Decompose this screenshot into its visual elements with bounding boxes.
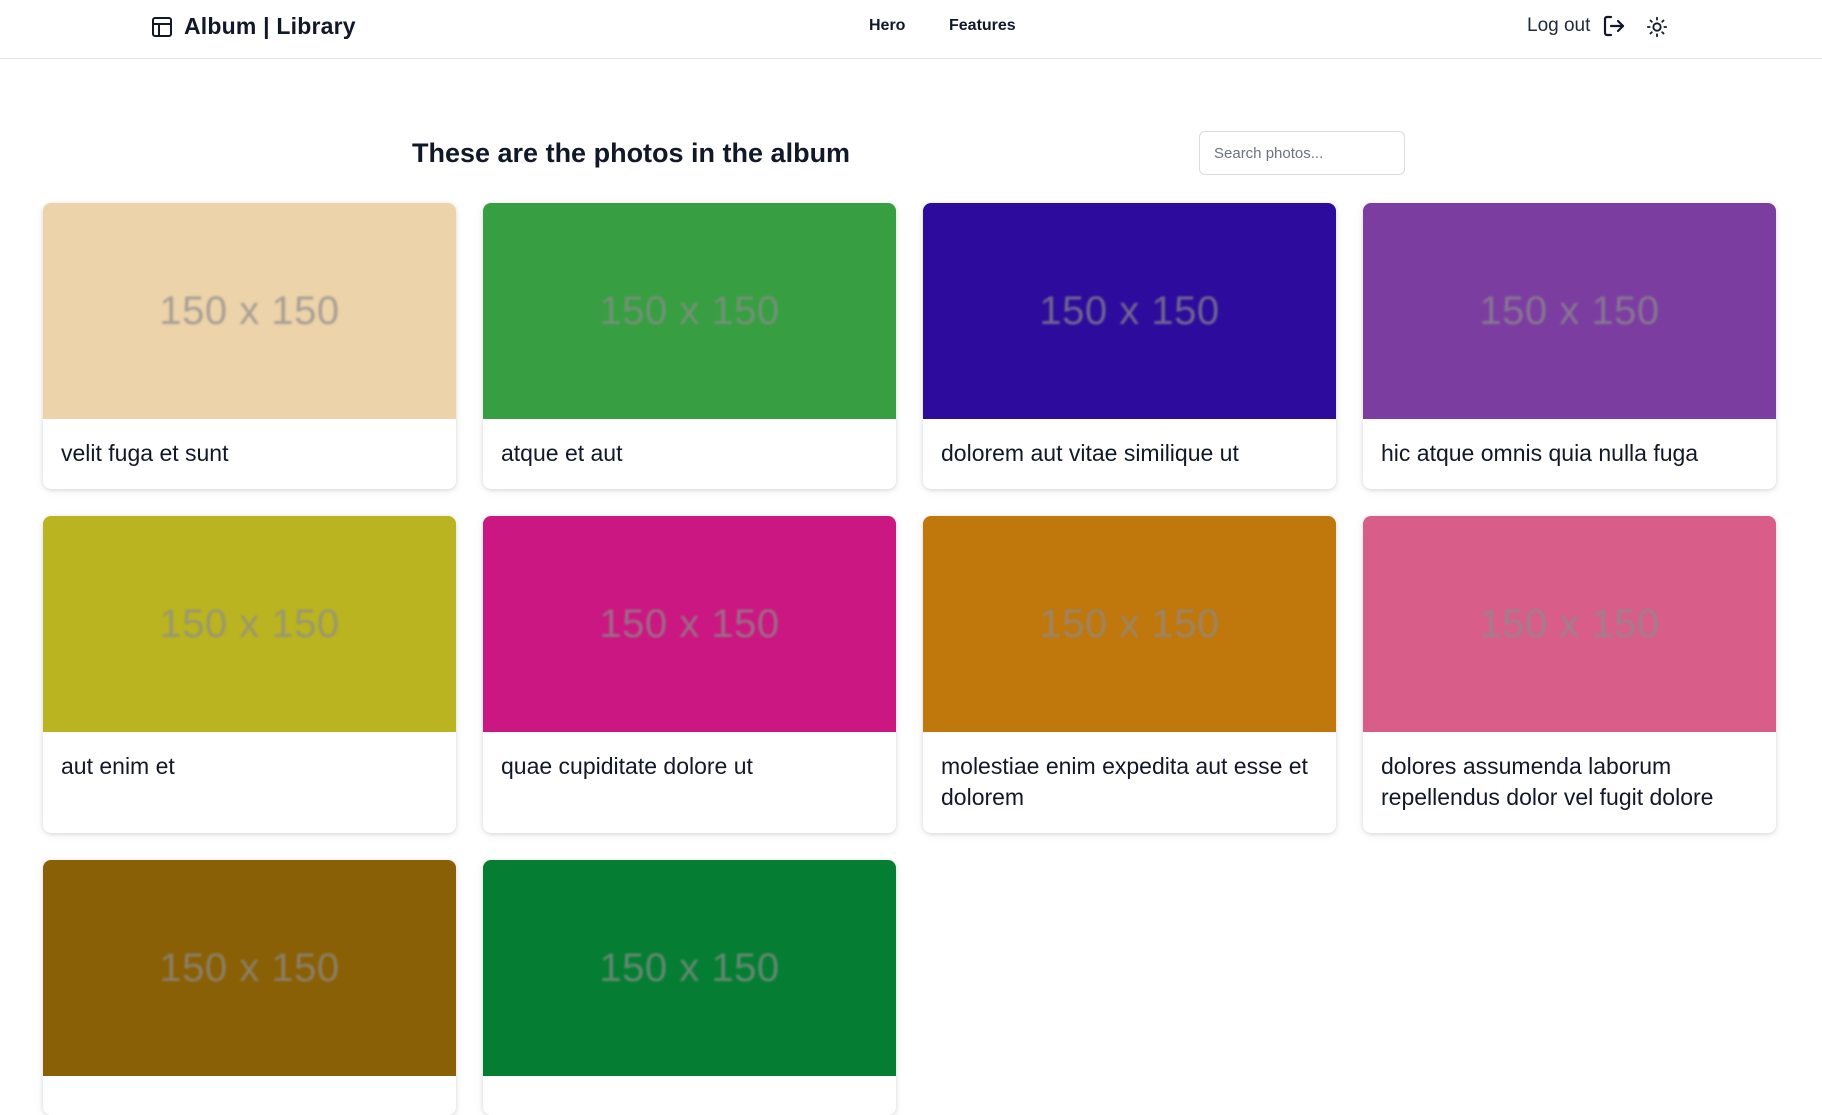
placeholder-label: 150 x 150 xyxy=(159,288,340,333)
photo-card[interactable]: 150 x 150 atque et aut xyxy=(483,203,896,489)
brand-title: Album | Library xyxy=(184,13,356,39)
photo-thumbnail: 150 x 150 xyxy=(1363,516,1776,732)
placeholder-label: 150 x 150 xyxy=(1479,601,1660,646)
photo-card[interactable]: 150 x 150 dolorem aut vitae similique ut xyxy=(923,203,1336,489)
placeholder-label: 150 x 150 xyxy=(159,601,340,646)
nav-link-features[interactable]: Features xyxy=(949,17,1016,35)
photo-thumbnail: 150 x 150 xyxy=(923,516,1336,732)
photo-card[interactable]: 150 x 150 quae cupiditate dolore ut xyxy=(483,516,896,833)
photo-thumbnail: 150 x 150 xyxy=(483,860,896,1076)
placeholder-label: 150 x 150 xyxy=(599,288,780,333)
photo-title xyxy=(483,1076,896,1115)
placeholder-label: 150 x 150 xyxy=(1479,288,1660,333)
photo-card[interactable]: 150 x 150 dolores assumenda laborum repe… xyxy=(1363,516,1776,833)
photo-title xyxy=(43,1076,456,1115)
logout-label: Log out xyxy=(1527,15,1591,36)
logout-button[interactable]: Log out xyxy=(1527,14,1626,38)
photo-card[interactable]: 150 x 150 xyxy=(483,860,896,1115)
photo-card[interactable]: 150 x 150 velit fuga et sunt xyxy=(43,203,456,489)
brand[interactable]: Album | Library xyxy=(150,13,356,40)
nav-link-hero[interactable]: Hero xyxy=(869,17,905,35)
photo-thumbnail: 150 x 150 xyxy=(483,203,896,419)
logout-icon xyxy=(1604,15,1625,37)
photo-card[interactable]: 150 x 150 xyxy=(43,860,456,1115)
photo-thumbnail: 150 x 150 xyxy=(43,516,456,732)
photo-title: quae cupiditate dolore ut xyxy=(501,753,753,779)
photo-thumbnail: 150 x 150 xyxy=(43,203,456,419)
placeholder-label: 150 x 150 xyxy=(599,601,780,646)
page-title: These are the photos in the album xyxy=(412,138,851,168)
photo-thumbnail: 150 x 150 xyxy=(923,203,1336,419)
photo-card[interactable]: 150 x 150 aut enim et xyxy=(43,516,456,833)
photo-thumbnail: 150 x 150 xyxy=(1363,203,1776,419)
sun-icon[interactable] xyxy=(1646,16,1668,38)
photo-title: dolores assumenda laborum repellendus do… xyxy=(1381,753,1714,810)
placeholder-label: 150 x 150 xyxy=(1039,288,1220,333)
photo-title: hic atque omnis quia nulla fuga xyxy=(1381,440,1699,466)
photo-card[interactable]: 150 x 150 hic atque omnis quia nulla fug… xyxy=(1363,203,1776,489)
placeholder-label: 150 x 150 xyxy=(599,945,780,990)
search-input[interactable] xyxy=(1199,131,1405,175)
photo-title: velit fuga et sunt xyxy=(61,440,229,466)
photo-thumbnail: 150 x 150 xyxy=(43,860,456,1076)
layout-icon xyxy=(152,16,172,37)
navbar: Album | Library Hero Features Log out xyxy=(0,0,1822,59)
photo-title: molestiae enim expedita aut esse et dolo… xyxy=(941,753,1308,810)
photo-title: dolorem aut vitae similique ut xyxy=(941,440,1239,466)
placeholder-label: 150 x 150 xyxy=(159,945,340,990)
photo-card[interactable]: 150 x 150 molestiae enim expedita aut es… xyxy=(923,516,1336,833)
photo-title: aut enim et xyxy=(61,753,175,779)
placeholder-label: 150 x 150 xyxy=(1039,601,1220,646)
photo-thumbnail: 150 x 150 xyxy=(483,516,896,732)
photo-title: atque et aut xyxy=(501,440,623,466)
photo-grid: 150 x 150 velit fuga et sunt 150 x 150 a… xyxy=(43,203,1779,1115)
